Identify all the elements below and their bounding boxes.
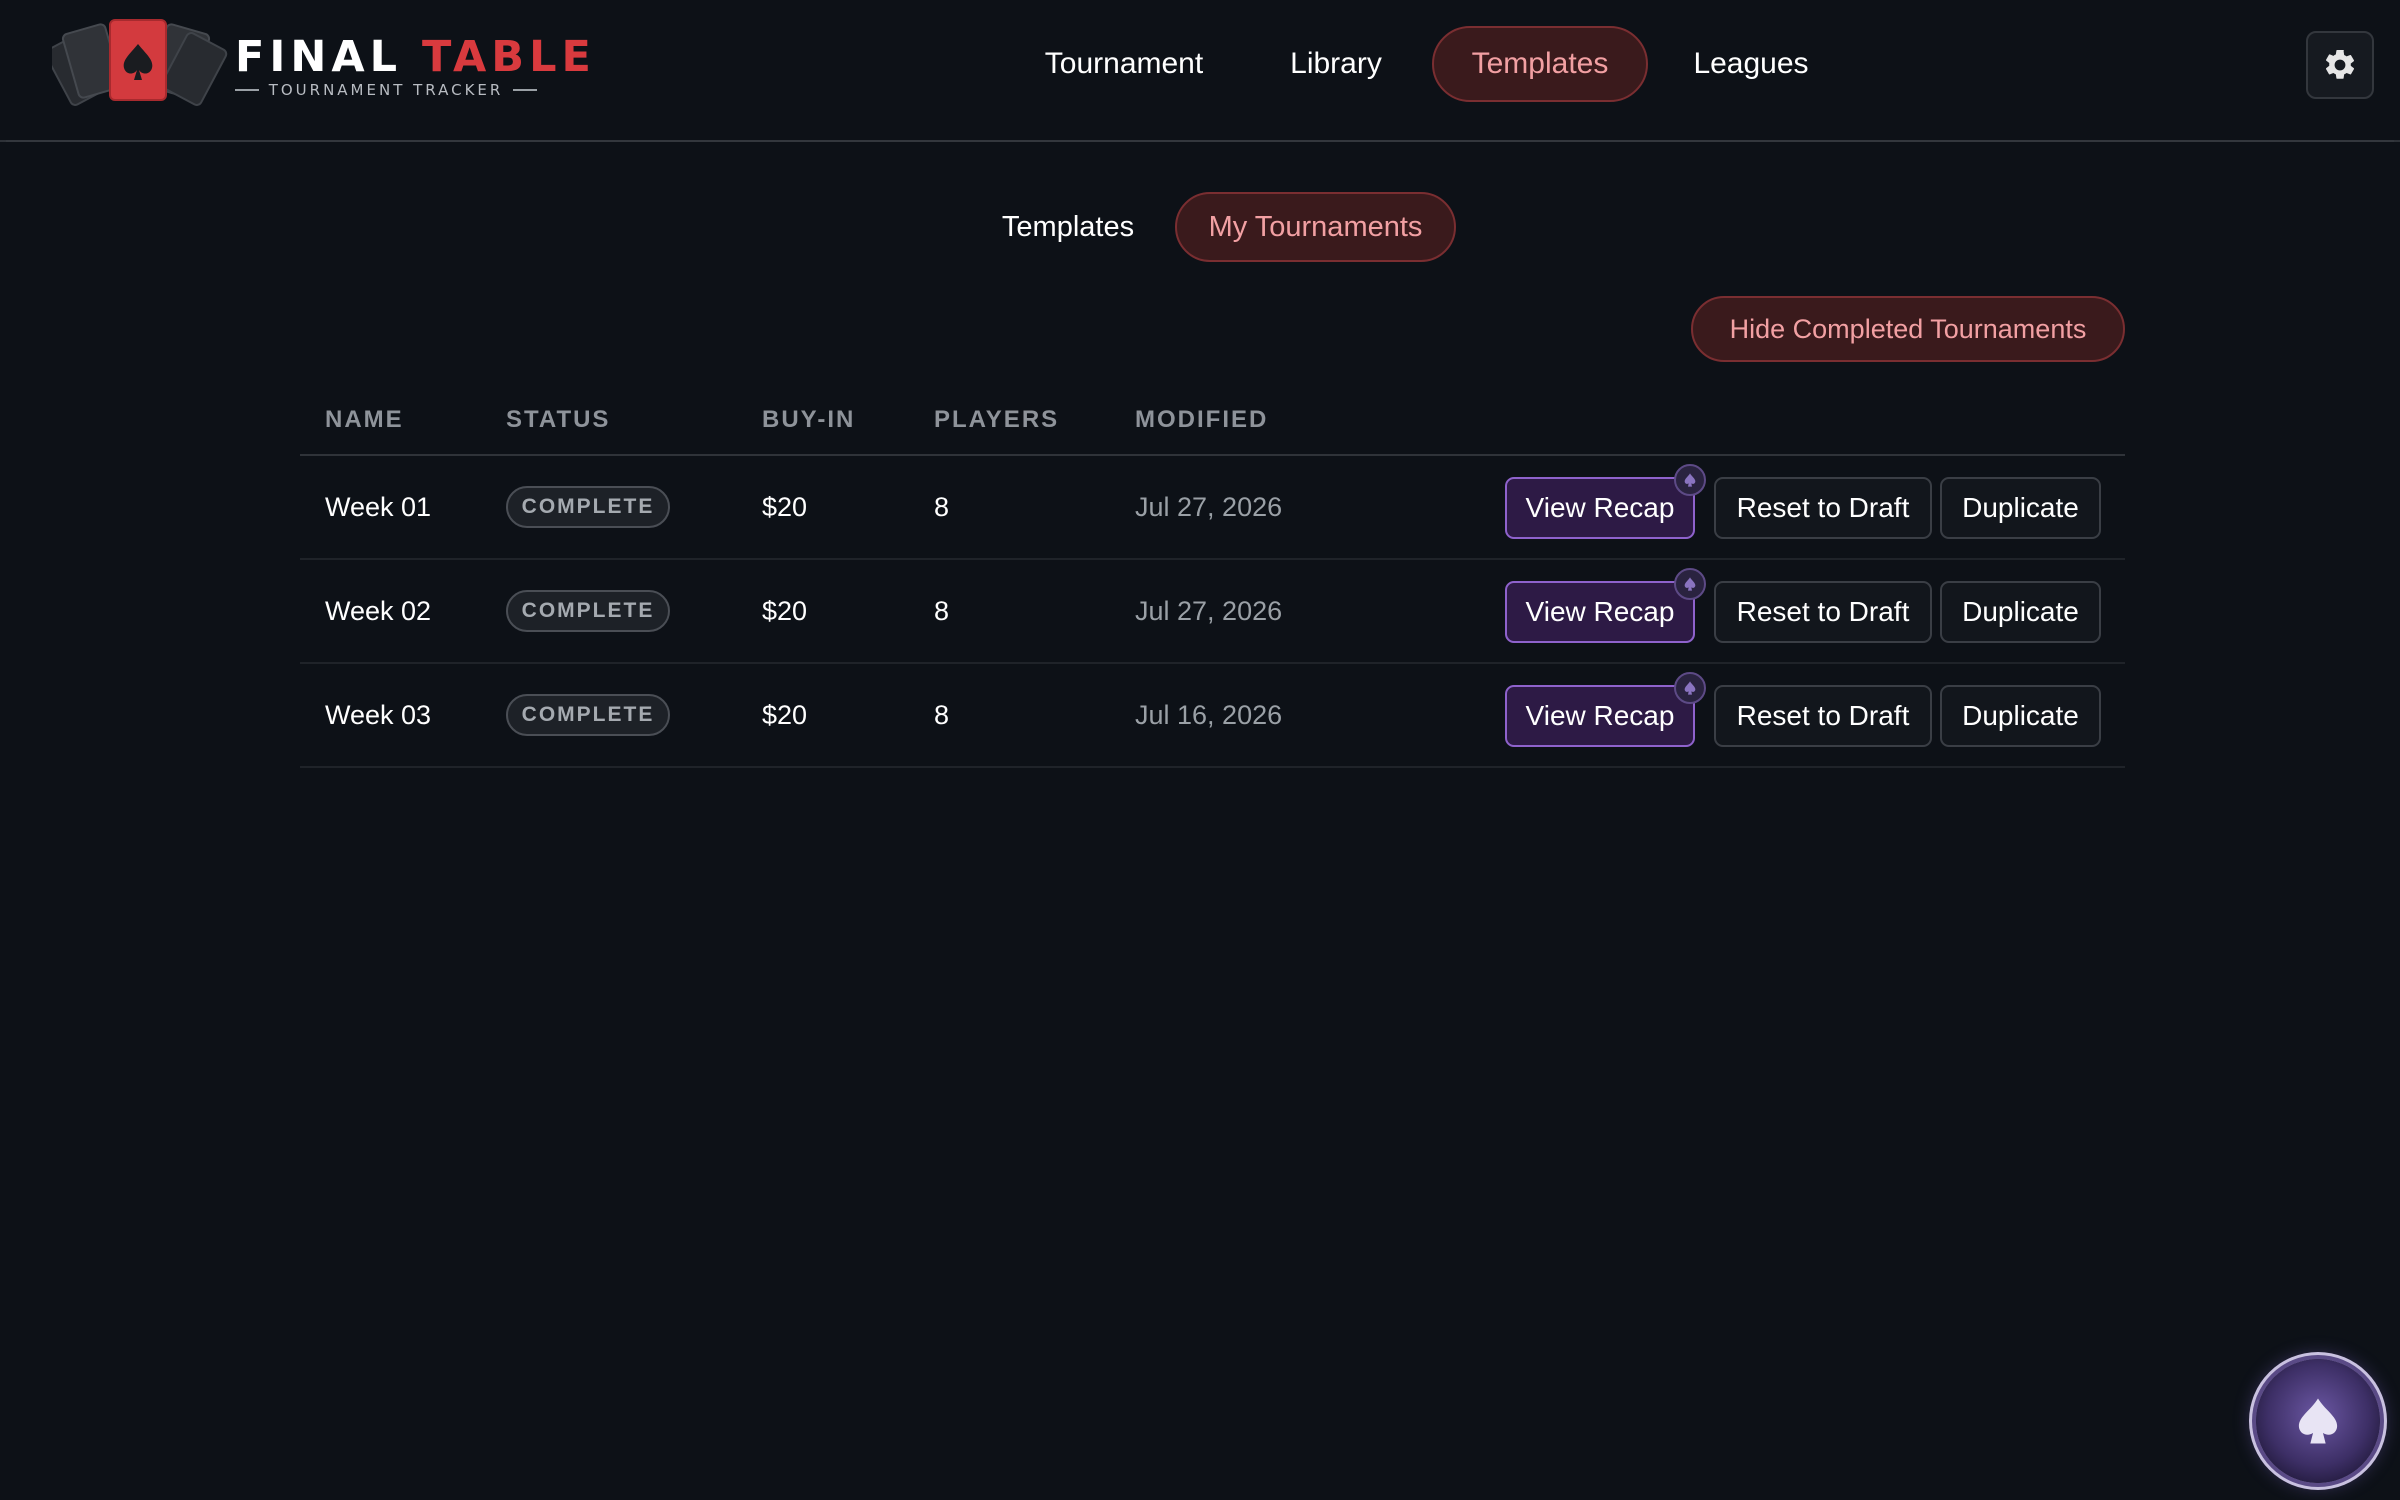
logo-divider-right bbox=[513, 89, 538, 91]
logo-word-final: FINAL bbox=[235, 32, 403, 82]
logo-subtitle: TOURNAMENT TRACKER bbox=[235, 81, 538, 99]
modified-date: Jul 27, 2026 bbox=[1135, 492, 1283, 522]
gear-icon bbox=[2325, 49, 2355, 79]
hide-completed-button[interactable]: Hide Completed Tournaments bbox=[1691, 296, 2125, 362]
subtab-my-tournaments[interactable]: My Tournaments bbox=[1175, 192, 1456, 262]
tournament-name: Week 01 bbox=[325, 492, 432, 522]
nav-library[interactable]: Library bbox=[1260, 26, 1412, 102]
players-value: 8 bbox=[934, 596, 950, 626]
table-row: Week 02 COMPLETE $20 8 Jul 27, 2026 View… bbox=[300, 560, 2125, 664]
column-header-players[interactable]: PLAYERS bbox=[934, 406, 1059, 434]
duplicate-button[interactable]: Duplicate bbox=[1940, 477, 2101, 539]
column-header-status[interactable]: STATUS bbox=[506, 406, 610, 434]
reset-to-draft-button[interactable]: Reset to Draft bbox=[1714, 477, 1932, 539]
status-badge: COMPLETE bbox=[506, 694, 670, 736]
table-row: Week 01 COMPLETE $20 8 Jul 27, 2026 View… bbox=[300, 456, 2125, 560]
app-logo[interactable]: FINAL TABLE TOURNAMENT TRACKER bbox=[52, 18, 591, 110]
nav-leagues[interactable]: Leagues bbox=[1676, 26, 1826, 102]
subtab-templates[interactable]: Templates bbox=[980, 192, 1156, 262]
recap-spade-badge-icon bbox=[1674, 672, 1706, 704]
tournament-name: Week 03 bbox=[325, 700, 432, 730]
view-recap-button[interactable]: View Recap bbox=[1505, 477, 1695, 539]
column-header-modified[interactable]: MODIFIED bbox=[1135, 406, 1268, 434]
recap-spade-badge-icon bbox=[1674, 464, 1706, 496]
table-row: Week 03 COMPLETE $20 8 Jul 16, 2026 View… bbox=[300, 664, 2125, 768]
nav-tournament[interactable]: Tournament bbox=[1016, 26, 1232, 102]
duplicate-button[interactable]: Duplicate bbox=[1940, 581, 2101, 643]
status-badge: COMPLETE bbox=[506, 590, 670, 632]
duplicate-button[interactable]: Duplicate bbox=[1940, 685, 2101, 747]
buy-in-value: $20 bbox=[762, 700, 808, 730]
spade-icon bbox=[2298, 1398, 2338, 1444]
view-recap-button[interactable]: View Recap bbox=[1505, 581, 1695, 643]
modified-date: Jul 16, 2026 bbox=[1135, 700, 1283, 730]
logo-divider-left bbox=[235, 89, 259, 91]
settings-button[interactable] bbox=[2306, 31, 2374, 99]
column-header-buy-in[interactable]: BUY-IN bbox=[762, 406, 855, 434]
nav-templates[interactable]: Templates bbox=[1432, 26, 1648, 102]
floating-action-button[interactable] bbox=[2256, 1359, 2380, 1483]
reset-to-draft-button[interactable]: Reset to Draft bbox=[1714, 685, 1932, 747]
status-badge: COMPLETE bbox=[506, 486, 670, 528]
logo-title: FINAL TABLE bbox=[235, 32, 596, 82]
buy-in-value: $20 bbox=[762, 492, 808, 522]
view-recap-button[interactable]: View Recap bbox=[1505, 685, 1695, 747]
players-value: 8 bbox=[934, 492, 950, 522]
logo-word-table: TABLE bbox=[422, 32, 596, 82]
cards-logo-icon bbox=[52, 19, 228, 106]
logo-subtitle-text: TOURNAMENT TRACKER bbox=[268, 81, 504, 99]
recap-spade-badge-icon bbox=[1674, 568, 1706, 600]
players-value: 8 bbox=[934, 700, 950, 730]
top-bar: FINAL TABLE TOURNAMENT TRACKER Tournamen… bbox=[0, 0, 2400, 142]
tournaments-table: NAME STATUS BUY-IN PLAYERS MODIFIED Week… bbox=[300, 390, 2125, 768]
modified-date: Jul 27, 2026 bbox=[1135, 596, 1283, 626]
table-header: NAME STATUS BUY-IN PLAYERS MODIFIED bbox=[300, 390, 2125, 456]
buy-in-value: $20 bbox=[762, 596, 808, 626]
tournament-name: Week 02 bbox=[325, 596, 432, 626]
column-header-name[interactable]: NAME bbox=[325, 406, 404, 434]
reset-to-draft-button[interactable]: Reset to Draft bbox=[1714, 581, 1932, 643]
